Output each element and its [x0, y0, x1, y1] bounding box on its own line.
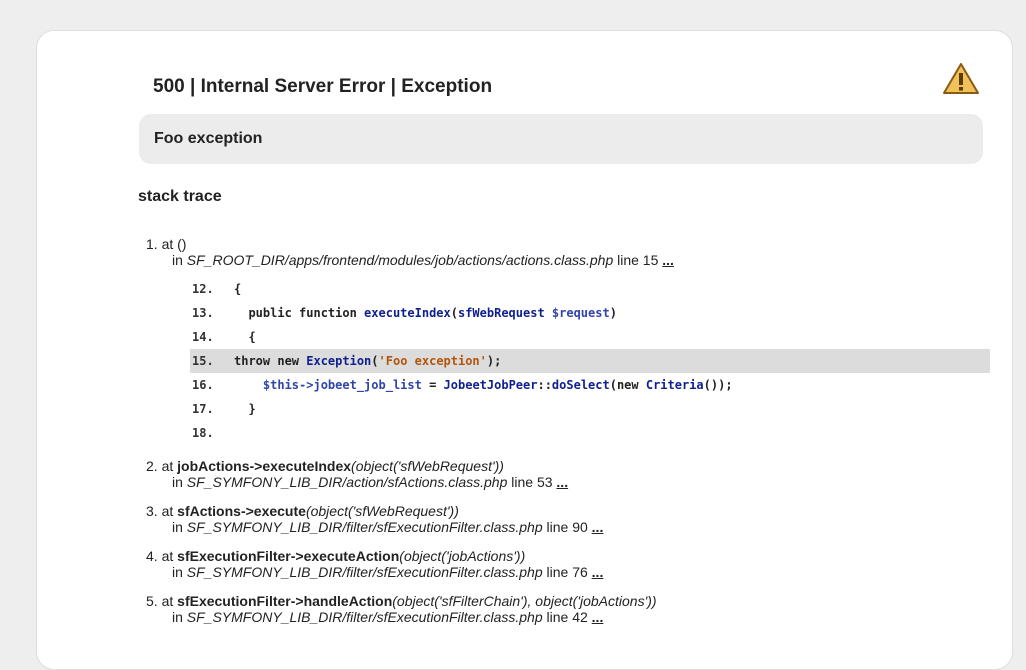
code-text: (new — [609, 378, 646, 392]
line-number: 13. — [192, 306, 214, 320]
frame-at: at () — [161, 236, 187, 252]
code-string: 'Foo exception' — [378, 354, 487, 368]
stack-frame: 5. at sfExecutionFilter->handleAction(ob… — [146, 593, 657, 625]
frame-file: SF_SYMFONY_LIB_DIR/filter/sfExecutionFil… — [186, 609, 543, 625]
frame-file: SF_SYMFONY_LIB_DIR/filter/sfExecutionFil… — [186, 519, 543, 535]
code-line-highlighted: 15. throw new Exception('Foo exception'); — [190, 349, 990, 373]
code-variable: $request — [544, 306, 610, 320]
exception-message-box: Foo exception — [139, 114, 983, 164]
code-text: { — [234, 282, 242, 296]
frame-number: 1. — [146, 236, 158, 252]
frame-function: sfExecutionFilter->handleAction — [177, 593, 393, 609]
code-text: ()); — [703, 378, 733, 392]
frame-number: 3. — [146, 503, 158, 519]
expand-source-link[interactable]: ... — [662, 252, 674, 268]
frame-number: 5. — [146, 593, 158, 609]
code-class: JobeetJobPeer — [443, 378, 538, 392]
expand-source-link[interactable]: ... — [592, 564, 604, 580]
frame-args: (object('sfWebRequest')) — [351, 458, 504, 474]
frame-file: SF_SYMFONY_LIB_DIR/action/sfActions.clas… — [186, 474, 508, 490]
frame-call: 1. at () — [146, 236, 674, 252]
frame-at: at — [161, 503, 178, 519]
stack-frame: 1. at () in SF_ROOT_DIR/apps/frontend/mo… — [146, 236, 674, 268]
code-class: Criteria — [645, 378, 704, 392]
frame-function: sfExecutionFilter->executeAction — [177, 548, 400, 564]
line-number: 18. — [192, 426, 214, 440]
frame-location: in SF_ROOT_DIR/apps/frontend/modules/job… — [146, 252, 674, 268]
frame-at: at — [161, 593, 178, 609]
code-function: doSelect — [551, 378, 610, 392]
code-class: Exception — [306, 354, 372, 368]
frame-in-label: in — [172, 564, 187, 580]
code-text: public function — [234, 306, 365, 320]
stack-frame: 3. at sfActions->execute(object('sfWebRe… — [146, 503, 603, 535]
line-number: 17. — [192, 402, 214, 416]
frame-in-label: in — [172, 252, 187, 268]
warning-triangle-icon — [942, 62, 980, 96]
expand-source-link[interactable]: ... — [592, 519, 604, 535]
code-text: = — [421, 378, 444, 392]
frame-in-label: in — [172, 474, 187, 490]
frame-args: (object('jobActions')) — [399, 548, 526, 564]
code-variable: $this->jobeet_job_list — [262, 378, 422, 392]
source-code-excerpt: 12.{ 13. public function executeIndex(sf… — [190, 277, 990, 445]
frame-in-label: in — [172, 609, 187, 625]
frame-at: at — [161, 458, 178, 474]
stack-frame: 2. at jobActions->executeIndex(object('s… — [146, 458, 568, 490]
frame-line: line 90 — [542, 519, 592, 535]
frame-at: at — [161, 548, 178, 564]
frame-number: 4. — [146, 548, 158, 564]
code-function: executeIndex — [364, 306, 451, 320]
frame-number: 2. — [146, 458, 158, 474]
frame-args: (object('sfWebRequest')) — [305, 503, 459, 519]
frame-function: jobActions->executeIndex — [177, 458, 352, 474]
frame-line: line 53 — [507, 474, 557, 490]
code-line: 14. { — [190, 325, 990, 349]
code-line: 12. { — [190, 277, 990, 301]
line-number: 14. — [192, 330, 214, 344]
frame-location: in SF_SYMFONY_LIB_DIR/filter/sfExecution… — [146, 519, 603, 535]
expand-source-link[interactable]: ... — [592, 609, 604, 625]
page-title: 500 | Internal Server Error | Exception — [153, 76, 493, 97]
code-text: { — [234, 330, 256, 344]
frame-args: (object('sfFilterChain'), object('jobAct… — [392, 593, 657, 609]
frame-line: line 42 — [542, 609, 592, 625]
frame-call: 2. at jobActions->executeIndex(object('s… — [146, 458, 568, 474]
code-line: 18. — [190, 421, 990, 445]
code-text: ( — [450, 306, 458, 320]
code-text: throw new — [234, 354, 307, 368]
frame-call: 4. at sfExecutionFilter->executeAction(o… — [146, 548, 603, 564]
code-text: ( — [371, 354, 379, 368]
stack-frame: 4. at sfExecutionFilter->executeAction(o… — [146, 548, 603, 580]
code-text: ) — [609, 306, 617, 320]
code-line: 17. } — [190, 397, 990, 421]
code-type: sfWebRequest — [457, 306, 545, 320]
code-text: :: — [537, 378, 552, 392]
line-number: 16. — [192, 378, 214, 392]
frame-call: 5. at sfExecutionFilter->handleAction(ob… — [146, 593, 657, 609]
frame-line: line 76 — [542, 564, 592, 580]
line-number: 12. — [192, 282, 214, 296]
frame-line: line 15 — [613, 252, 663, 268]
code-text: ); — [486, 354, 502, 368]
code-line: 13. public function executeIndex(sfWebRe… — [190, 301, 990, 325]
frame-location: in SF_SYMFONY_LIB_DIR/action/sfActions.c… — [146, 474, 568, 490]
code-text: } — [234, 402, 256, 416]
stack-trace-heading: stack trace — [138, 188, 222, 205]
frame-in-label: in — [172, 519, 187, 535]
frame-call: 3. at sfActions->execute(object('sfWebRe… — [146, 503, 603, 519]
exception-message: Foo exception — [154, 130, 263, 147]
frame-file: SF_SYMFONY_LIB_DIR/filter/sfExecutionFil… — [186, 564, 543, 580]
code-line: 16. $this->jobeet_job_list = JobeetJobPe… — [190, 373, 990, 397]
line-number: 15. — [192, 354, 214, 368]
frame-file: SF_ROOT_DIR/apps/frontend/modules/job/ac… — [186, 252, 614, 268]
frame-location: in SF_SYMFONY_LIB_DIR/filter/sfExecution… — [146, 564, 603, 580]
frame-location: in SF_SYMFONY_LIB_DIR/filter/sfExecution… — [146, 609, 657, 625]
expand-source-link[interactable]: ... — [556, 474, 568, 490]
frame-function: sfActions->execute — [177, 503, 306, 519]
